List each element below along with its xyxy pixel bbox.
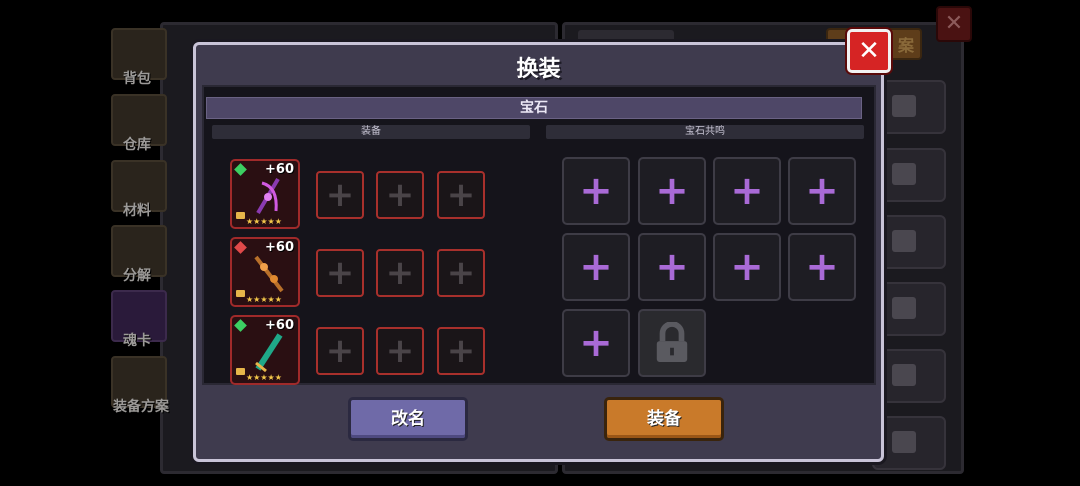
plus-icon: + bbox=[385, 331, 415, 371]
resonance-slot[interactable]: + bbox=[638, 233, 706, 301]
resonance-slot[interactable]: + bbox=[713, 233, 781, 301]
rename-button[interactable]: 改名 bbox=[348, 397, 468, 441]
sidebar-item-label: 仓库 bbox=[123, 137, 151, 153]
subtitle-equipment: 装备 bbox=[212, 125, 530, 139]
shirt-icon bbox=[892, 297, 916, 319]
sidebar-item-backpack[interactable]: 背包 bbox=[108, 28, 167, 87]
subtitle-gem-resonance: 宝石共鸣 bbox=[546, 125, 864, 139]
resonance-slot[interactable]: + bbox=[788, 157, 856, 225]
resonance-slot[interactable]: + bbox=[562, 309, 630, 377]
sidebar-item-label: 分解 bbox=[123, 268, 151, 284]
plus-icon: + bbox=[730, 244, 764, 290]
bow-icon bbox=[256, 177, 280, 215]
gem-panel: 宝石 装备 宝石共鸣 +60 ★★★★★ + + + +60 ★★★★★ + +… bbox=[202, 85, 876, 385]
gem-socket[interactable]: + bbox=[376, 327, 424, 375]
gem-icon bbox=[234, 319, 247, 332]
shirt-icon bbox=[892, 230, 916, 252]
plus-icon: + bbox=[579, 244, 613, 290]
shirt-icon bbox=[892, 364, 916, 386]
plus-icon: + bbox=[446, 331, 476, 371]
weapon-slot[interactable]: +60 ★★★★★ bbox=[230, 237, 300, 307]
lock-icon bbox=[236, 368, 245, 375]
plus-icon: + bbox=[655, 244, 689, 290]
plus-icon: + bbox=[805, 244, 839, 290]
gem-socket[interactable]: + bbox=[376, 171, 424, 219]
sidebar-item-materials[interactable]: 材料 bbox=[108, 160, 167, 219]
gem-socket[interactable]: + bbox=[437, 327, 485, 375]
sidebar-item-warehouse[interactable]: 仓库 bbox=[108, 94, 167, 153]
plus-icon: + bbox=[385, 253, 415, 293]
section-title-gems: 宝石 bbox=[206, 97, 862, 119]
gem-socket[interactable]: + bbox=[316, 171, 364, 219]
plus-icon: + bbox=[730, 168, 764, 214]
weapon-slot[interactable]: +60 ★★★★★ bbox=[230, 315, 300, 385]
sidebar-item-equipment-plan[interactable]: 装备方案 bbox=[108, 356, 169, 415]
plus-icon: + bbox=[655, 168, 689, 214]
gem-socket[interactable]: + bbox=[437, 171, 485, 219]
star-rating: ★★★★★ bbox=[246, 295, 282, 304]
weapon-slot[interactable]: +60 ★★★★★ bbox=[230, 159, 300, 229]
sidebar-item-label: 材料 bbox=[123, 203, 151, 219]
lock-icon bbox=[236, 212, 245, 219]
resonance-slot[interactable]: + bbox=[638, 157, 706, 225]
background-close-button[interactable]: ✕ bbox=[936, 6, 972, 42]
dialog-title: 换装 bbox=[516, 57, 561, 82]
resonance-slot[interactable]: + bbox=[562, 233, 630, 301]
staff-icon bbox=[254, 255, 284, 293]
gem-socket[interactable]: + bbox=[437, 249, 485, 297]
sidebar-item-decompose[interactable]: 分解 bbox=[108, 225, 167, 284]
resonance-slot-locked bbox=[638, 309, 706, 377]
lock-icon bbox=[236, 290, 245, 297]
plus-icon: + bbox=[385, 175, 415, 215]
gem-icon bbox=[234, 241, 247, 254]
gem-socket[interactable]: + bbox=[316, 249, 364, 297]
shirt-icon bbox=[892, 431, 916, 453]
plus-icon: + bbox=[325, 253, 355, 293]
star-rating: ★★★★★ bbox=[246, 217, 282, 226]
sidebar-item-label: 装备方案 bbox=[113, 399, 169, 415]
plus-icon: + bbox=[446, 175, 476, 215]
sidebar-item-soul-card[interactable]: 魂卡 bbox=[108, 290, 167, 349]
plus-icon: + bbox=[805, 168, 839, 214]
plus-icon: + bbox=[325, 331, 355, 371]
padlock-icon bbox=[656, 322, 688, 362]
resonance-slot[interactable]: + bbox=[562, 157, 630, 225]
plus-icon: + bbox=[325, 175, 355, 215]
shirt-icon bbox=[892, 95, 916, 117]
change-equipment-dialog: 换装 宝石 装备 宝石共鸣 +60 ★★★★★ + + + +60 ★★★★★ … bbox=[193, 42, 884, 462]
gem-icon bbox=[234, 163, 247, 176]
equip-button[interactable]: 装备 bbox=[604, 397, 724, 441]
resonance-slot[interactable]: + bbox=[713, 157, 781, 225]
star-rating: ★★★★★ bbox=[246, 373, 282, 382]
blade-icon bbox=[255, 333, 283, 373]
sidebar-item-label: 背包 bbox=[123, 71, 151, 87]
gem-socket[interactable]: + bbox=[376, 249, 424, 297]
close-button[interactable]: ✕ bbox=[847, 29, 891, 73]
gem-socket[interactable]: + bbox=[316, 327, 364, 375]
plus-icon: + bbox=[579, 168, 613, 214]
sidebar-item-label: 魂卡 bbox=[123, 333, 151, 349]
plus-icon: + bbox=[446, 253, 476, 293]
plus-icon: + bbox=[579, 320, 613, 366]
shirt-icon bbox=[892, 163, 916, 185]
resonance-slot[interactable]: + bbox=[788, 233, 856, 301]
